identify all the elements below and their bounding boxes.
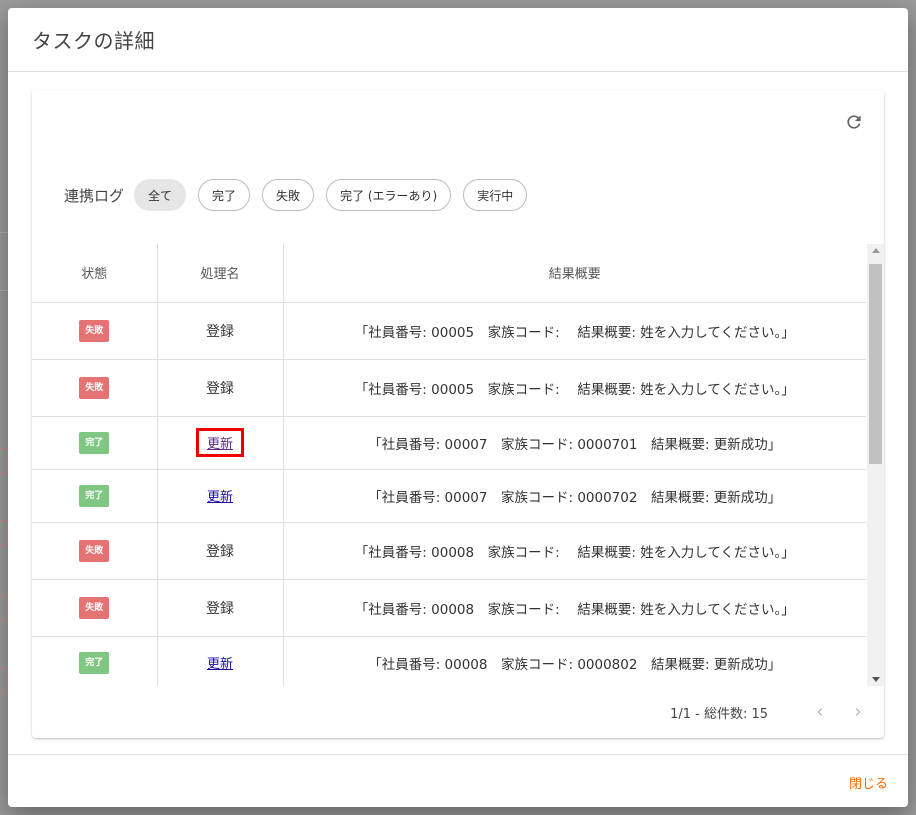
- dialog-footer: 閉じる: [8, 754, 908, 807]
- table-row: 失敗 登録 「社員番号: 00005 家族コード: 結果概要: 姓を入力してくだ…: [32, 359, 866, 417]
- process-name: 登録: [206, 600, 234, 617]
- filter-chip-failed[interactable]: 失敗: [262, 179, 315, 211]
- log-card: 連携ログ 全て 完了 失敗 完了 (エラーあり) 実行中 状態 処理名 結果概要: [32, 90, 884, 738]
- status-badge: 失敗: [79, 319, 110, 342]
- column-header-summary: 結果概要: [283, 244, 866, 303]
- table-header-row: 状態 処理名 結果概要: [32, 244, 866, 303]
- column-header-status: 状態: [32, 244, 158, 303]
- pagination-text: 1/1 - 総件数: 15: [670, 706, 768, 722]
- result-summary: 「社員番号: 00008 家族コード: 0000802 結果概要: 更新成功」: [368, 656, 782, 673]
- dialog-title: タスクの詳細: [32, 29, 155, 53]
- log-table-container: 状態 処理名 結果概要 失敗 登録 「社員番号: 00005 家族コード: 結果…: [32, 244, 884, 686]
- process-link-update[interactable]: 更新: [207, 490, 233, 505]
- scroll-up-arrow-icon[interactable]: [872, 248, 880, 253]
- table-row: 失敗 登録 「社員番号: 00008 家族コード: 結果概要: 姓を入力してくだ…: [32, 579, 866, 637]
- chevron-right-icon: [855, 708, 861, 716]
- refresh-button[interactable]: [842, 110, 866, 134]
- status-badge: 失敗: [79, 596, 110, 619]
- filter-chip-complete-with-errors[interactable]: 完了 (エラーあり): [326, 179, 452, 211]
- process-name: 登録: [206, 380, 234, 397]
- scroll-down-arrow-icon[interactable]: [872, 677, 880, 682]
- result-summary: 「社員番号: 00005 家族コード: 結果概要: 姓を入力してください。」: [354, 324, 795, 341]
- column-header-process: 処理名: [157, 244, 284, 303]
- status-badge: 完了: [79, 431, 110, 454]
- task-detail-dialog: タスクの詳細 連携ログ 全て 完了 失敗 完了 (エラーあり) 実行中 状態 処…: [8, 8, 908, 807]
- process-link-update[interactable]: 更新: [207, 657, 233, 672]
- highlight-box: 更新: [195, 428, 244, 457]
- status-badge: 完了: [79, 484, 110, 507]
- process-name: 登録: [206, 323, 234, 340]
- result-summary: 「社員番号: 00008 家族コード: 結果概要: 姓を入力してください。」: [354, 601, 795, 618]
- background-badge: [0, 520, 8, 546]
- filter-chip-complete[interactable]: 完了: [198, 179, 251, 211]
- chevron-left-icon: [817, 708, 823, 716]
- status-badge: 失敗: [79, 539, 110, 562]
- filter-label: 連携ログ: [64, 186, 125, 205]
- table-row: 失敗 登録 「社員番号: 00005 家族コード: 結果概要: 姓を入力してくだ…: [32, 302, 866, 360]
- refresh-icon: [847, 115, 861, 129]
- result-summary: 「社員番号: 00007 家族コード: 0000701 結果概要: 更新成功」: [368, 436, 782, 453]
- filter-chip-all[interactable]: 全て: [134, 179, 187, 211]
- pagination: 1/1 - 総件数: 15: [670, 700, 870, 724]
- table-scrollbar[interactable]: [867, 244, 884, 686]
- filter-chip-running[interactable]: 実行中: [463, 179, 528, 211]
- result-summary: 「社員番号: 00005 家族コード: 結果概要: 姓を入力してください。」: [354, 381, 795, 398]
- background-badge: [0, 448, 8, 474]
- status-badge: 完了: [79, 651, 110, 674]
- table-row: 完了 更新 「社員番号: 00007 家族コード: 0000701 結果概要: …: [32, 416, 866, 470]
- process-name: 登録: [206, 543, 234, 560]
- scroll-thumb[interactable]: [869, 264, 882, 464]
- close-button[interactable]: 閉じる: [849, 773, 888, 792]
- background-badge: [0, 595, 8, 621]
- table-row: 失敗 登録 「社員番号: 00008 家族コード: 結果概要: 姓を入力してくだ…: [32, 522, 866, 580]
- background-badge: [0, 668, 8, 694]
- dialog-header: タスクの詳細: [8, 8, 908, 72]
- status-badge: 失敗: [79, 376, 110, 399]
- table-row: 完了 更新 「社員番号: 00007 家族コード: 0000702 結果概要: …: [32, 469, 866, 523]
- process-link-update[interactable]: 更新: [207, 437, 233, 452]
- next-page-button[interactable]: [846, 700, 870, 724]
- previous-page-button[interactable]: [808, 700, 832, 724]
- table-row: 完了 更新 「社員番号: 00008 家族コード: 0000802 結果概要: …: [32, 636, 866, 686]
- result-summary: 「社員番号: 00007 家族コード: 0000702 結果概要: 更新成功」: [368, 489, 782, 506]
- result-summary: 「社員番号: 00008 家族コード: 結果概要: 姓を入力してください。」: [354, 544, 795, 561]
- filter-row: 連携ログ 全て 完了 失敗 完了 (エラーあり) 実行中: [64, 178, 539, 212]
- log-table: 状態 処理名 結果概要 失敗 登録 「社員番号: 00005 家族コード: 結果…: [32, 244, 866, 686]
